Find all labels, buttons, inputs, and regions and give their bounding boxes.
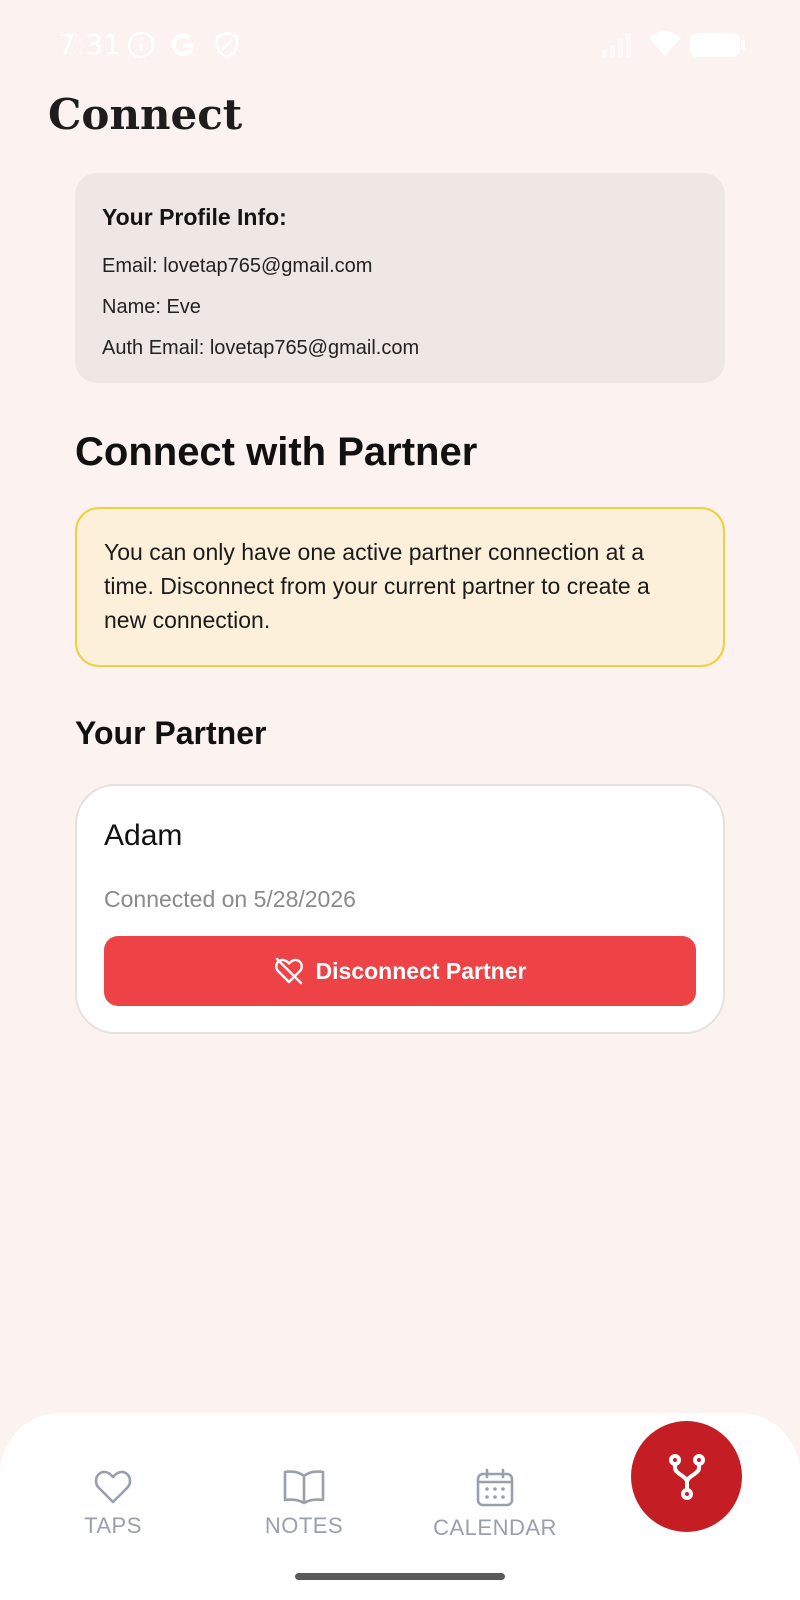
nav-item-calendar[interactable]: CALENDAR <box>410 1468 580 1542</box>
partner-card: Adam Connected on 5/28/2026 Disconnect P… <box>75 784 725 1034</box>
nav-item-taps[interactable]: TAPS <box>28 1468 198 1540</box>
status-bar: 7:31 <box>0 0 800 92</box>
partner-connected-date: Connected on 5/28/2026 <box>104 886 356 912</box>
battery-icon <box>690 33 745 57</box>
nav-label-calendar: CALENDAR <box>433 1515 557 1540</box>
disconnect-partner-label: Disconnect Partner <box>315 957 527 984</box>
profile-title: Your Profile Info: <box>102 204 287 230</box>
nav-label-notes: NOTES <box>264 1513 344 1538</box>
info-icon <box>127 31 155 59</box>
status-time: 7:31 <box>58 28 121 61</box>
partner-name: Adam <box>104 819 183 852</box>
partner-heading: Your Partner <box>75 715 267 751</box>
profile-email: Email: lovetap765@gmail.com <box>102 255 373 277</box>
heart-off-icon <box>274 957 303 985</box>
signal-icon <box>602 33 631 58</box>
book-icon <box>283 1470 325 1505</box>
google-icon <box>171 33 194 56</box>
bottom-nav: TAPS NOTES CALENDAR <box>0 1413 800 1600</box>
profile-card: Your Profile Info: Email: lovetap765@gma… <box>75 173 725 383</box>
heart-icon <box>94 1470 132 1504</box>
nav-item-connect[interactable] <box>631 1421 742 1532</box>
page-title: Connect <box>48 90 243 139</box>
nav-label-taps: TAPS <box>84 1513 142 1538</box>
shield-icon <box>215 31 239 59</box>
profile-name: Name: Eve <box>102 296 201 318</box>
connection-notice: You can only have one active partner con… <box>75 507 725 667</box>
calendar-icon <box>476 1468 514 1507</box>
disconnect-partner-button[interactable]: Disconnect Partner <box>104 936 696 1006</box>
connect-heading: Connect with Partner <box>75 430 478 474</box>
profile-auth-email: Auth Email: lovetap765@gmail.com <box>102 337 420 359</box>
wifi-icon <box>649 31 681 56</box>
home-indicator <box>295 1573 505 1580</box>
fork-icon <box>668 1453 705 1500</box>
nav-item-notes[interactable]: NOTES <box>219 1468 389 1540</box>
